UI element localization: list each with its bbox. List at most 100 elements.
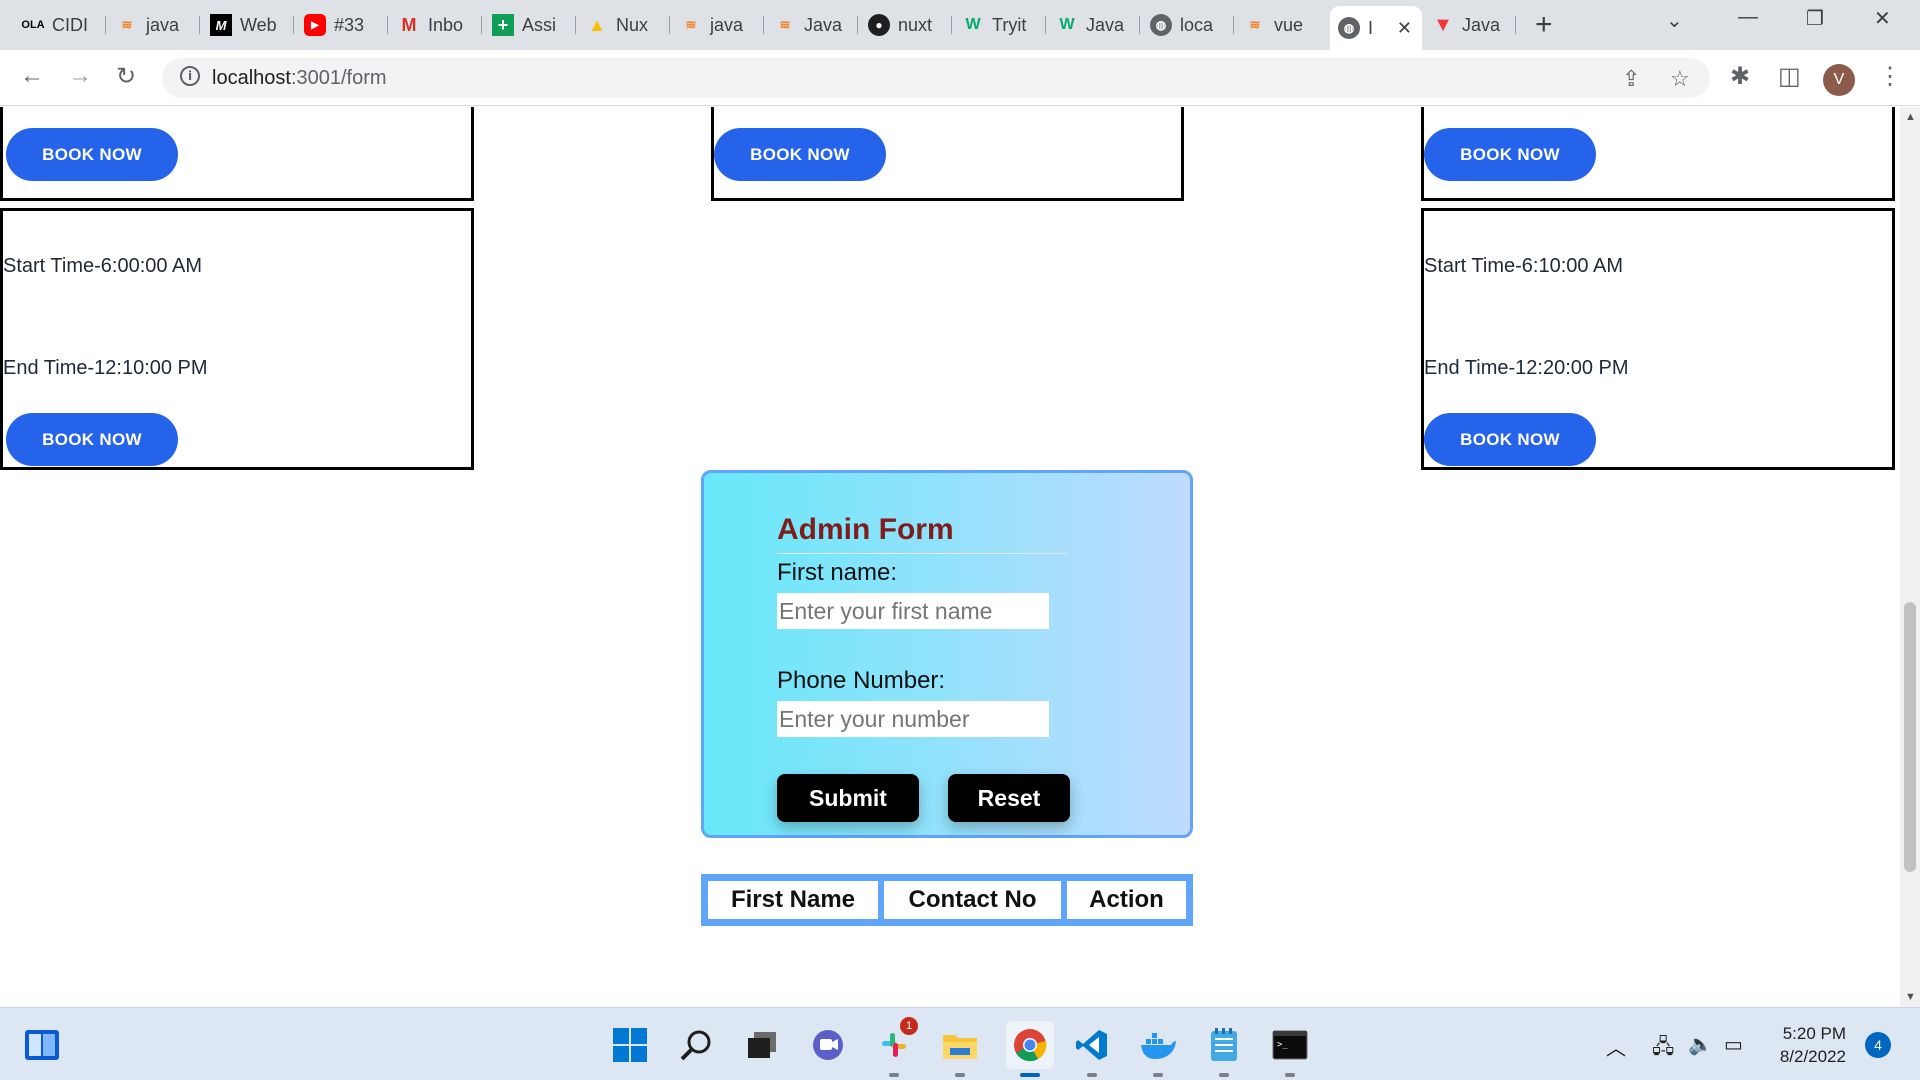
browser-tab[interactable]: ≋ java [108, 8, 200, 42]
extensions-puzzle-icon[interactable]: ✱ [1730, 62, 1750, 91]
slack-icon[interactable]: 1 [874, 1017, 918, 1077]
browser-tab[interactable]: + Assi [484, 8, 576, 42]
stackoverflow-icon: ≋ [1249, 17, 1261, 32]
book-now-button[interactable]: BOOK NOW [1424, 413, 1596, 466]
slot-card: BOOK NOW [1421, 107, 1895, 201]
browser-tab[interactable]: M Web [202, 8, 294, 42]
restore-icon[interactable]: ❐ [1806, 6, 1824, 31]
browser-tab[interactable]: M Inbo [390, 8, 482, 42]
scroll-down-arrow-icon[interactable]: ▼ [1905, 991, 1916, 1003]
browser-tab[interactable]: ▲ Nux [578, 8, 670, 42]
browser-tab[interactable]: ▶ #33 [296, 8, 388, 42]
side-panel-icon[interactable]: ◫ [1778, 62, 1801, 91]
browser-tab[interactable]: W Java [1048, 8, 1140, 42]
close-tab-icon[interactable]: ✕ [1397, 18, 1412, 39]
youtube-icon: ▶ [304, 14, 326, 36]
search-icon[interactable] [676, 1025, 716, 1065]
minimize-icon[interactable]: — [1738, 6, 1758, 29]
address-url[interactable]: localhost:3001/form [212, 67, 387, 90]
tab-title: Nux [616, 14, 649, 35]
scrollbar-thumb[interactable] [1904, 602, 1916, 872]
tab-title: I [1368, 17, 1374, 38]
page-viewport: BOOK NOW BOOK NOW BOOK NOW Start Time-6:… [0, 107, 1900, 1007]
browser-tab[interactable]: ◍ loca [1142, 8, 1234, 42]
chrome-icon[interactable] [1006, 1021, 1054, 1077]
book-now-button[interactable]: BOOK NOW [714, 128, 886, 181]
submit-button[interactable]: Submit [777, 774, 919, 822]
ola-icon: OLA [21, 19, 45, 31]
table-header-first-name: First Name [705, 878, 881, 922]
end-time-text: End Time-12:10:00 PM [3, 357, 208, 379]
title-divider [777, 553, 1067, 554]
widgets-icon[interactable] [22, 1025, 62, 1065]
battery-icon[interactable]: ▭ [1724, 1032, 1743, 1057]
new-tab-icon[interactable]: + [1535, 8, 1553, 42]
browser-tab[interactable]: ▼ Java [1424, 8, 1516, 42]
page-scrollbar[interactable]: ▲ ▼ [1900, 107, 1920, 1007]
tray-chevron-up-icon[interactable]: ︿ [1606, 1032, 1626, 1061]
slot-card: Start Time-6:10:00 AM End Time-12:20:00 … [1421, 208, 1895, 470]
slack-notification-badge: 1 [900, 1017, 918, 1035]
back-arrow-icon[interactable]: ← [20, 62, 44, 90]
start-icon[interactable] [610, 1025, 650, 1065]
slot-card: BOOK NOW [0, 107, 474, 201]
notification-count-badge[interactable]: 4 [1865, 1032, 1891, 1058]
network-icon[interactable]: 🖧 [1652, 1032, 1674, 1066]
tab-title: Inbo [428, 14, 464, 35]
tab-search-chevron-icon[interactable]: ⌄ [1666, 8, 1683, 33]
clock-time: 5:20 PM [1782, 1024, 1846, 1043]
browser-tab-active[interactable]: ◍ I ✕ [1330, 6, 1422, 50]
table-header-action: Action [1064, 878, 1189, 922]
table-header-contact-no: Contact No [881, 878, 1064, 922]
reset-button[interactable]: Reset [948, 774, 1070, 822]
tab-title: java [146, 14, 180, 35]
close-window-icon[interactable]: ✕ [1874, 6, 1891, 31]
start-time-text: Start Time-6:10:00 AM [1424, 255, 1623, 277]
browser-tab[interactable]: W Tryit [954, 8, 1046, 42]
book-now-button[interactable]: BOOK NOW [6, 128, 178, 181]
browser-tab[interactable]: ● nuxt [860, 8, 952, 42]
tab-title: vue [1274, 14, 1304, 35]
stackoverflow-icon: ≋ [121, 17, 133, 32]
book-now-button[interactable]: BOOK NOW [6, 413, 178, 466]
form-title: Admin Form [777, 513, 954, 546]
vscode-icon[interactable] [1072, 1025, 1112, 1077]
tab-title: nuxt [898, 14, 933, 35]
menu-kebab-icon[interactable]: ⋮ [1878, 62, 1902, 91]
address-bar[interactable]: i localhost:3001/form ⇪ ☆ [162, 58, 1710, 98]
windows-taskbar: 1 >_ ︿ 🖧 🔈 ▭ 5:20 PM 8/2/2022 4 [0, 1007, 1920, 1080]
vivaldi-icon: ▼ [1433, 13, 1453, 36]
book-now-button[interactable]: BOOK NOW [1424, 128, 1596, 181]
drive-icon: ▲ [588, 14, 606, 35]
stackoverflow-icon: ≋ [779, 17, 791, 32]
tab-title: CIDI [52, 14, 88, 35]
notepad-icon[interactable] [1204, 1025, 1244, 1077]
terminal-icon[interactable]: >_ [1270, 1025, 1310, 1077]
phone-number-input[interactable] [777, 701, 1049, 737]
profile-avatar[interactable]: V [1823, 64, 1855, 96]
browser-tab[interactable]: ≋ Java [766, 8, 858, 42]
start-time-text: Start Time-6:00:00 AM [3, 255, 202, 277]
tab-title: Java [804, 14, 843, 35]
tab-title: Tryit [992, 14, 1027, 35]
browser-tab[interactable]: ≋ vue [1236, 8, 1328, 42]
browser-tab[interactable]: OLA CIDI [14, 8, 106, 42]
w3schools-icon: W [965, 16, 981, 33]
system-clock[interactable]: 5:20 PM 8/2/2022 [1756, 1022, 1846, 1068]
first-name-input[interactable] [777, 593, 1049, 629]
forward-arrow-icon[interactable]: → [68, 62, 92, 90]
bookmark-star-icon[interactable]: ☆ [1670, 66, 1690, 92]
docker-icon[interactable] [1138, 1025, 1178, 1077]
volume-icon[interactable]: 🔈 [1688, 1032, 1713, 1057]
slot-card: BOOK NOW [711, 107, 1184, 201]
tab-title: java [710, 14, 744, 35]
site-info-icon[interactable]: i [180, 66, 200, 86]
globe-icon: ◍ [1338, 17, 1360, 39]
file-explorer-icon[interactable] [940, 1025, 980, 1077]
task-view-icon[interactable] [742, 1025, 782, 1065]
scroll-up-arrow-icon[interactable]: ▲ [1905, 111, 1916, 123]
teams-chat-icon[interactable] [808, 1025, 848, 1065]
reload-icon[interactable]: ↻ [116, 62, 136, 91]
share-icon[interactable]: ⇪ [1622, 66, 1640, 92]
browser-tab[interactable]: ≋ java [672, 8, 764, 42]
